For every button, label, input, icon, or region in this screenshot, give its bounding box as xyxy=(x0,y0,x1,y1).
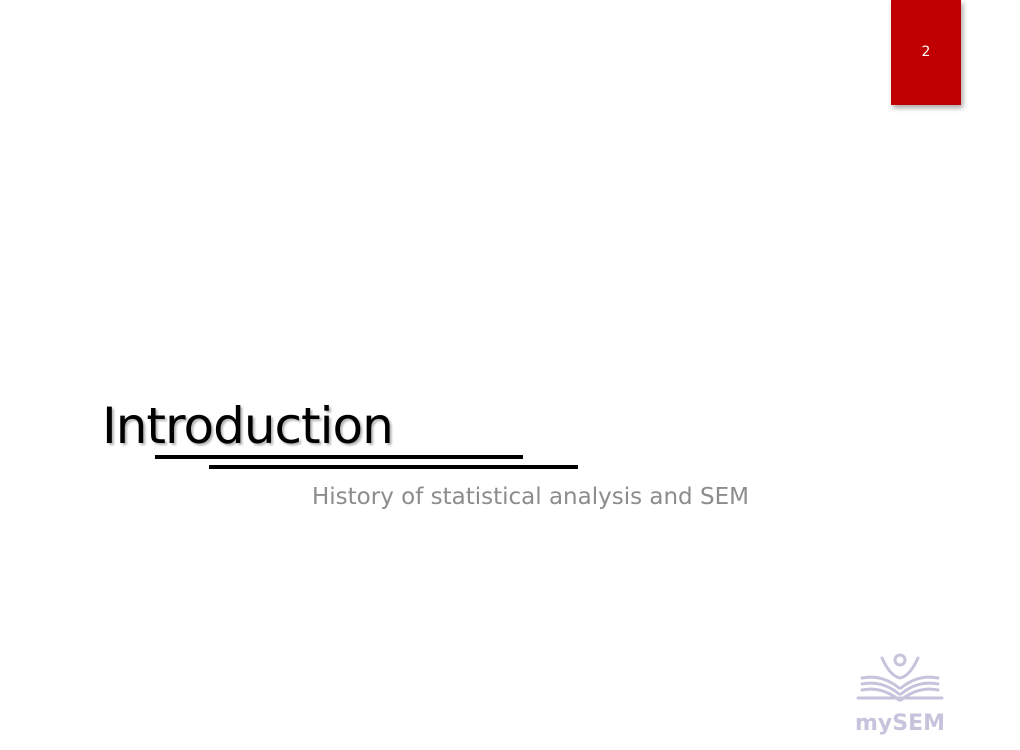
title-underline-upper xyxy=(155,455,523,459)
title-underline-lower xyxy=(209,465,578,469)
slide: 2 Introduction History of statistical an… xyxy=(0,0,1020,750)
logo-wordmark: mySEM xyxy=(855,711,945,736)
page-number: 2 xyxy=(921,44,931,60)
page-number-tab: 2 xyxy=(891,0,961,105)
mysem-logo: mySEM xyxy=(852,652,948,736)
reader-with-open-book-icon: mySEM xyxy=(855,653,945,736)
slide-subtitle: History of statistical analysis and SEM xyxy=(312,484,749,510)
slide-title: Introduction xyxy=(102,397,394,455)
